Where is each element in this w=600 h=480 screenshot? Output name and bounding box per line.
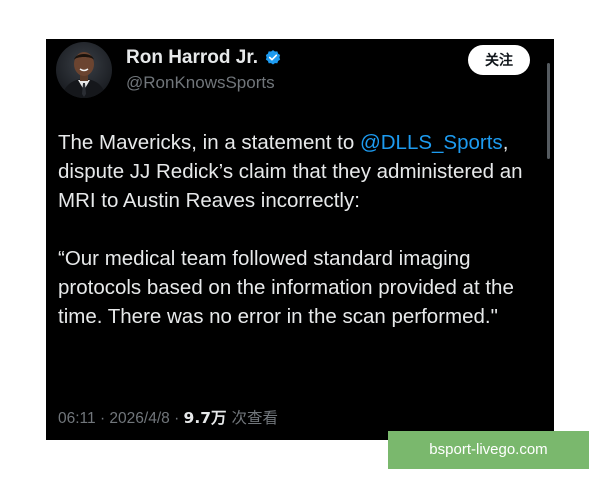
mention-link[interactable]: @DLLS_Sports (360, 131, 503, 154)
tweet-text: The Mavericks, in a statement to @DLLS_S… (58, 128, 546, 331)
tweet-header: Ron Harrod Jr. @RonKnowsSports 关注 (56, 42, 534, 98)
avatar-portrait-icon (62, 52, 106, 98)
tweet-text-before-mention: The Mavericks, in a statement to (58, 131, 360, 154)
tweet-date[interactable]: 2026/4/8 (109, 410, 169, 427)
watermark-banner: bsport-livego.com (388, 431, 589, 469)
author-name-block: Ron Harrod Jr. @RonKnowsSports (126, 47, 282, 94)
views-count[interactable]: 9.7万 (184, 409, 227, 427)
follow-button[interactable]: 关注 (468, 45, 530, 75)
verified-badge-icon (264, 49, 282, 67)
display-name-row: Ron Harrod Jr. (126, 47, 282, 69)
meta-separator: · (169, 410, 184, 427)
scrollbar[interactable] (547, 63, 550, 159)
tweet-time[interactable]: 06:11 (58, 410, 96, 427)
views-label: 次查看 (226, 409, 278, 427)
tweet-paragraph-2: “Our medical team followed standard imag… (58, 247, 514, 328)
tweet-card: Ron Harrod Jr. @RonKnowsSports 关注 The Ma… (46, 39, 554, 440)
author-display-name[interactable]: Ron Harrod Jr. (126, 47, 258, 69)
tweet-meta-row: 06:11 · 2026/4/8 · 9.7万 次查看 (58, 407, 278, 430)
avatar[interactable] (56, 42, 112, 98)
tweet-paragraph-1: The Mavericks, in a statement to @DLLS_S… (58, 128, 546, 215)
author-handle[interactable]: @RonKnowsSports (126, 72, 282, 94)
meta-separator: · (95, 410, 110, 427)
